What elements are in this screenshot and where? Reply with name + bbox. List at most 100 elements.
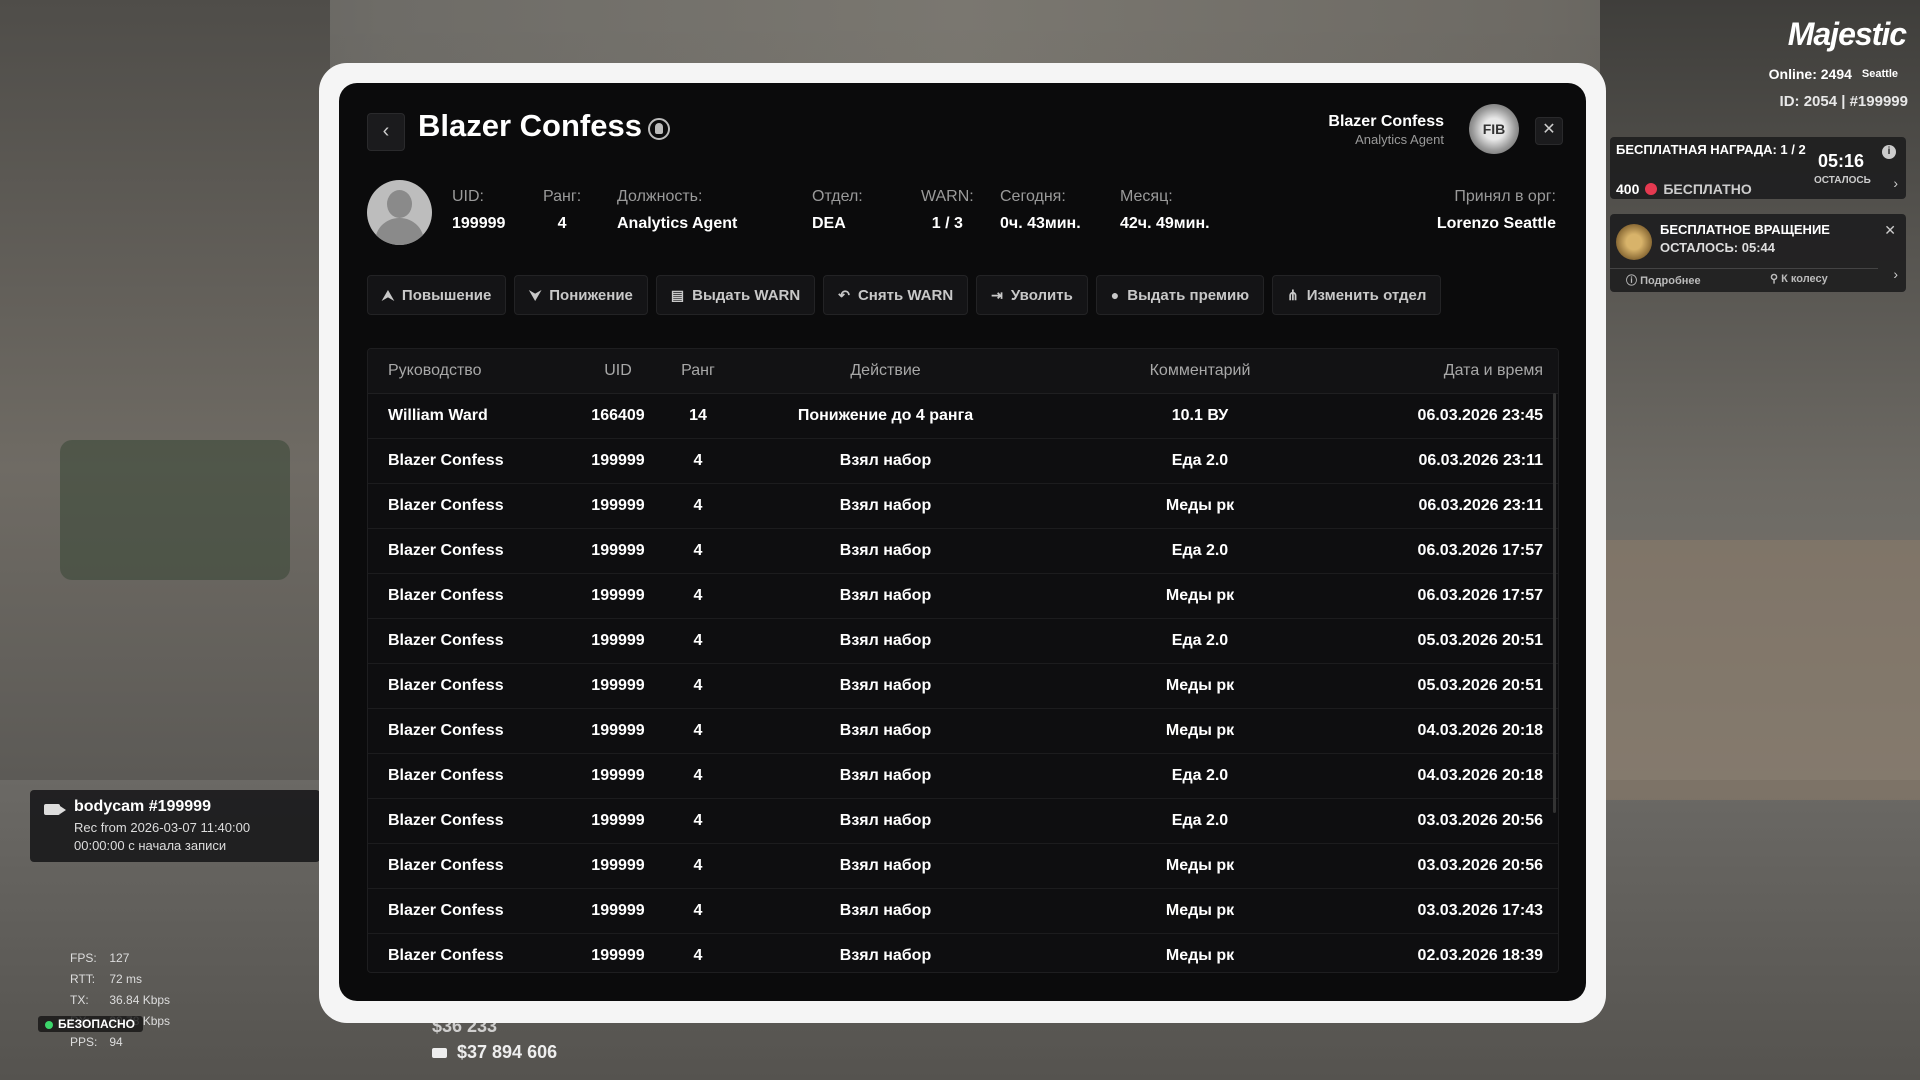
cell-datetime: 05.03.2026 20:51	[1417, 632, 1543, 649]
chevron-right-icon[interactable]: ›	[1893, 175, 1898, 191]
chevron-right-icon[interactable]: ›	[1893, 266, 1898, 282]
cell-rank: 4	[693, 497, 703, 514]
table-row: Blazer Confess 199999 4 Взял набор Еда 2.0 03…	[368, 799, 1558, 844]
cell-manager: William Ward	[388, 407, 488, 424]
cell-action: Взял набор	[839, 902, 932, 919]
spin-wheel-link[interactable]: ⚲ К колесу	[1770, 272, 1828, 285]
viewer-name: Blazer Confess	[1328, 113, 1444, 130]
fps-label: FPS:	[70, 951, 97, 965]
info-hired-by: Принял в орг: Lorenzo Seattle	[1437, 188, 1556, 233]
wheel-icon	[1616, 224, 1652, 260]
reward-timer-label: ОСТАЛОСЬ	[1814, 175, 1871, 186]
coin-icon: ●	[1110, 287, 1120, 303]
column-header: UID	[604, 362, 632, 379]
promote-button[interactable]: ⮝ Повышение	[367, 275, 507, 315]
online-count: Online: 2494	[1768, 66, 1852, 82]
online-counter: Online: 2494 Seattle	[1769, 66, 1898, 82]
cell-comment: Еда 2.0	[1171, 542, 1229, 559]
cell-comment: Еда 2.0	[1171, 632, 1229, 649]
cell-uid: 166409	[591, 407, 645, 424]
info-label: Отдел:	[812, 188, 863, 205]
arrow-up-icon: ⮝	[382, 286, 394, 303]
info-month: Месяц: 42ч. 49мин.	[1120, 188, 1210, 233]
cell-manager: Blazer Confess	[388, 587, 504, 604]
net-stats: FPS: 127 RTT: 72 ms TX: 36.84 Kbps RX: 9…	[70, 948, 170, 1053]
table-row: Blazer Confess 199999 4 Взял набор Еда 2.0 04…	[368, 754, 1558, 799]
fps-value: 127	[109, 951, 130, 965]
demote-button[interactable]: ⮟ Понижение	[514, 275, 648, 315]
table-row: Blazer Confess 199999 4 Взял набор Меды рк 06…	[368, 484, 1558, 529]
rtt-label: RTT:	[70, 972, 96, 986]
info-label: Ранг:	[543, 188, 582, 205]
scrollbar[interactable]	[1553, 393, 1556, 813]
spin-more-link[interactable]: ⓘ Подробнее	[1626, 272, 1701, 288]
user-icon[interactable]	[648, 118, 670, 140]
cell-datetime: 05.03.2026 20:51	[1417, 677, 1543, 694]
bodycam-overlay: bodycam #199999 Rec from 2026-03-07 11:4…	[30, 790, 320, 862]
reward-timer: 05:16	[1818, 151, 1865, 171]
bonus-button[interactable]: ● Выдать премию	[1095, 275, 1265, 315]
cell-rank: 14	[689, 407, 707, 424]
cell-rank: 4	[693, 767, 703, 784]
cell-uid: 199999	[591, 947, 645, 964]
info-label: Принял в орг:	[1454, 188, 1556, 205]
cell-rank: 4	[693, 677, 703, 694]
cell-comment: Меды рк	[1165, 677, 1235, 694]
close-button[interactable]: ✕	[1535, 117, 1563, 145]
table-body: William Ward 166409 14 Понижение до 4 ранга…	[368, 394, 1558, 972]
avatar-head	[387, 190, 412, 218]
cell-manager: Blazer Confess	[388, 632, 504, 649]
cell-uid: 199999	[591, 722, 645, 739]
cell-action: Взял набор	[839, 857, 932, 874]
table-row: Blazer Confess 199999 4 Взял набор Еда 2.0 06…	[368, 439, 1558, 484]
page-title: Blazer Confess	[418, 108, 642, 143]
cell-action: Взял набор	[839, 812, 932, 829]
info-rank: Ранг: 4	[543, 188, 581, 233]
issue-warn-button[interactable]: ▤ Выдать WARN	[655, 275, 816, 315]
avatar-body	[375, 218, 424, 245]
back-button[interactable]: ‹	[367, 113, 405, 151]
cell-comment: Меды рк	[1165, 587, 1235, 604]
cell-action: Взял набор	[839, 452, 932, 469]
cell-datetime: 03.03.2026 17:43	[1417, 902, 1543, 919]
cell-rank: 4	[693, 722, 703, 739]
arrow-down-icon: ⮟	[529, 286, 542, 303]
cell-uid: 199999	[591, 497, 645, 514]
background-wall	[1600, 540, 1920, 800]
tx-label: TX:	[70, 993, 89, 1007]
cell-manager: Blazer Confess	[388, 452, 504, 469]
reward-free-label: БЕСПЛАТНО	[1663, 181, 1752, 197]
free-spin-widget[interactable]: БЕСПЛАТНОЕ ВРАЩЕНИЕ ОСТАЛОСЬ: 05:44 ✕ ⓘ …	[1610, 214, 1906, 292]
server-name: Seattle	[1861, 68, 1898, 80]
cell-comment: Меды рк	[1165, 947, 1235, 964]
change-department-button[interactable]: ⋔ Изменить отдел	[1272, 275, 1442, 315]
cell-uid: 199999	[591, 587, 645, 604]
cell-uid: 199999	[591, 677, 645, 694]
info-value: 0ч. 43мин.	[1000, 215, 1081, 232]
close-icon[interactable]: ✕	[1884, 222, 1896, 239]
info-icon[interactable]: i	[1882, 145, 1896, 159]
history-table[interactable]: Руководство UID Ранг Действие Комментари…	[367, 348, 1559, 973]
table-header: Руководство UID Ранг Действие Комментари…	[368, 349, 1558, 394]
bodycam-rec: Rec from 2026-03-07 11:40:00	[74, 820, 251, 835]
cell-comment: Меды рк	[1165, 722, 1235, 739]
cell-datetime: 06.03.2026 23:11	[1418, 452, 1543, 469]
info-value: 1 / 3	[931, 215, 963, 232]
table-row: Blazer Confess 199999 4 Взял набор Меды рк 03…	[368, 844, 1558, 889]
tx-value: 36.84 Kbps	[109, 993, 171, 1007]
safe-zone-badge: БЕЗОПАСНО	[38, 1016, 143, 1032]
avatar	[367, 180, 432, 245]
remove-warn-button[interactable]: ↶ Снять WARN	[823, 275, 969, 315]
info-value: 42ч. 49мин.	[1120, 215, 1210, 232]
card-icon	[432, 1047, 447, 1058]
free-reward-widget[interactable]: БЕСПЛАТНАЯ НАГРАДА: 1 / 2 400 БЕСПЛАТНО …	[1610, 137, 1906, 199]
cell-manager: Blazer Confess	[388, 722, 504, 739]
table-row: Blazer Confess 199999 4 Взял набор Меды рк 06…	[368, 574, 1558, 619]
person-exit-icon: ⇥	[991, 286, 1003, 303]
camera-icon	[44, 804, 66, 815]
bank-amount-row: $37 894 606	[432, 1042, 557, 1063]
cell-uid: 199999	[591, 632, 645, 649]
cell-datetime: 06.03.2026 23:11	[1418, 497, 1543, 514]
table-row: Blazer Confess 199999 4 Взял набор Еда 2.0 06…	[368, 529, 1558, 574]
fire-button[interactable]: ⇥ Уволить	[976, 275, 1088, 315]
